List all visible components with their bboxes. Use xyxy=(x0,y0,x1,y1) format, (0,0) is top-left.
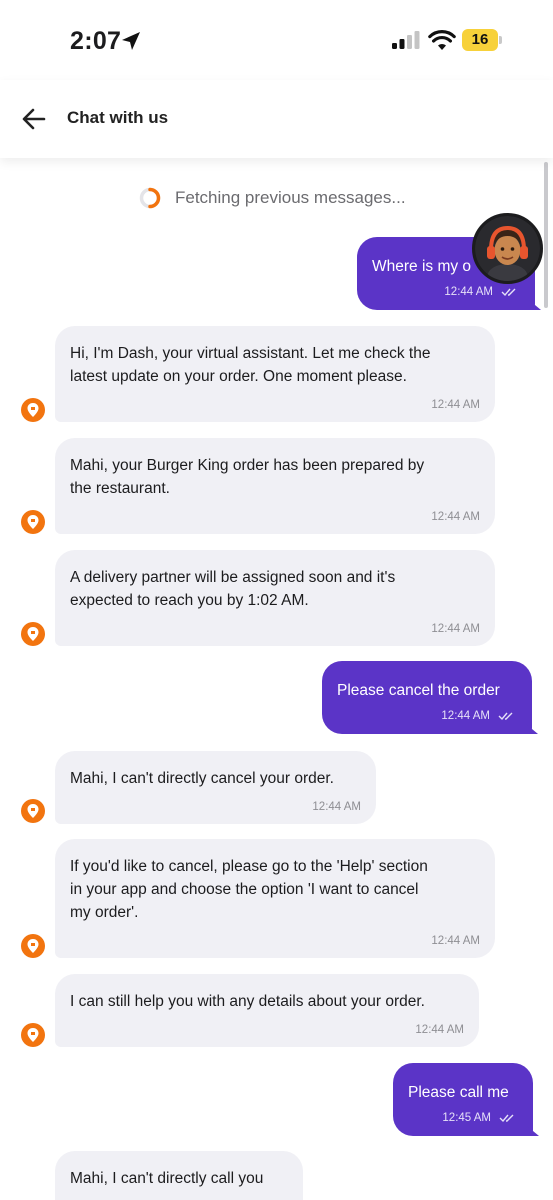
message-time: 12:44 AM xyxy=(431,935,480,947)
bot-avatar xyxy=(21,934,45,958)
message-text: Hi, I'm Dash, your virtual assistant. Le… xyxy=(70,345,431,385)
battery-icon: 16 xyxy=(462,29,498,51)
message-time: 12:44 AM xyxy=(431,623,480,635)
message-time: 12:44 AM xyxy=(431,399,480,411)
bot-logo-icon xyxy=(27,804,39,818)
cellular-signal-icon xyxy=(392,31,420,49)
user-message[interactable]: Please call me 12:45 AM xyxy=(393,1063,539,1136)
chat-thread[interactable]: Fetching previous messages... Where is m… xyxy=(0,158,553,1200)
double-check-icon xyxy=(501,288,516,297)
wifi-icon xyxy=(428,30,456,50)
bot-avatar xyxy=(21,510,45,534)
chat-header: Chat with us xyxy=(0,80,553,158)
page-title: Chat with us xyxy=(67,108,169,127)
bot-message[interactable]: If you'd like to cancel, please go to th… xyxy=(55,839,495,958)
arrow-left-icon[interactable] xyxy=(18,104,50,134)
double-check-icon xyxy=(498,712,513,721)
battery-cap xyxy=(499,36,502,44)
spinner-icon xyxy=(139,187,161,209)
loading-text: Fetching previous messages... xyxy=(175,188,406,207)
message-text: If you'd like to cancel, please go to th… xyxy=(70,858,428,921)
bot-logo-icon xyxy=(27,403,39,417)
status-time: 2:07 xyxy=(70,27,122,55)
location-arrow-icon xyxy=(122,32,140,50)
bot-message[interactable]: Mahi, I can't directly cancel your order… xyxy=(55,751,376,824)
message-text: Mahi, I can't directly cancel your order… xyxy=(70,770,334,787)
message-text: A delivery partner will be assigned soon… xyxy=(70,569,396,609)
message-time: 12:44 AM xyxy=(441,710,490,722)
bot-avatar xyxy=(21,398,45,422)
avatar[interactable] xyxy=(472,213,543,284)
status-bar: 2:07 16 xyxy=(0,0,553,80)
user-avatar-icon xyxy=(475,216,540,281)
bot-avatar xyxy=(21,1023,45,1047)
loading-indicator: Fetching previous messages... xyxy=(0,184,553,212)
message-text: I can still help you with any details ab… xyxy=(70,993,425,1010)
user-message[interactable]: Please cancel the order 12:44 AM xyxy=(322,661,538,734)
bot-message[interactable]: Mahi, I can't directly call you xyxy=(55,1151,303,1200)
bot-avatar xyxy=(21,622,45,646)
message-text: Mahi, your Burger King order has been pr… xyxy=(70,457,425,497)
bot-message[interactable]: A delivery partner will be assigned soon… xyxy=(55,550,495,646)
bot-logo-icon xyxy=(27,627,39,641)
message-time: 12:44 AM xyxy=(312,801,361,813)
message-text: Please cancel the order xyxy=(337,682,500,699)
message-time: 12:44 AM xyxy=(431,511,480,523)
double-check-icon xyxy=(499,1114,514,1123)
bot-avatar xyxy=(21,799,45,823)
bot-message[interactable]: Mahi, your Burger King order has been pr… xyxy=(55,438,495,534)
bot-message[interactable]: Hi, I'm Dash, your virtual assistant. Le… xyxy=(55,326,495,422)
message-text: Where is my o xyxy=(372,258,472,275)
battery-level: 16 xyxy=(471,31,489,48)
bot-logo-icon xyxy=(27,1028,39,1042)
message-text: Please call me xyxy=(408,1084,509,1101)
message-time: 12:44 AM xyxy=(415,1024,464,1036)
message-time: 12:45 AM xyxy=(442,1112,491,1124)
bot-message[interactable]: I can still help you with any details ab… xyxy=(55,974,479,1047)
bot-logo-icon xyxy=(27,939,39,953)
message-time: 12:44 AM xyxy=(444,286,493,298)
bot-logo-icon xyxy=(27,515,39,529)
message-text: Mahi, I can't directly call you xyxy=(70,1170,264,1187)
